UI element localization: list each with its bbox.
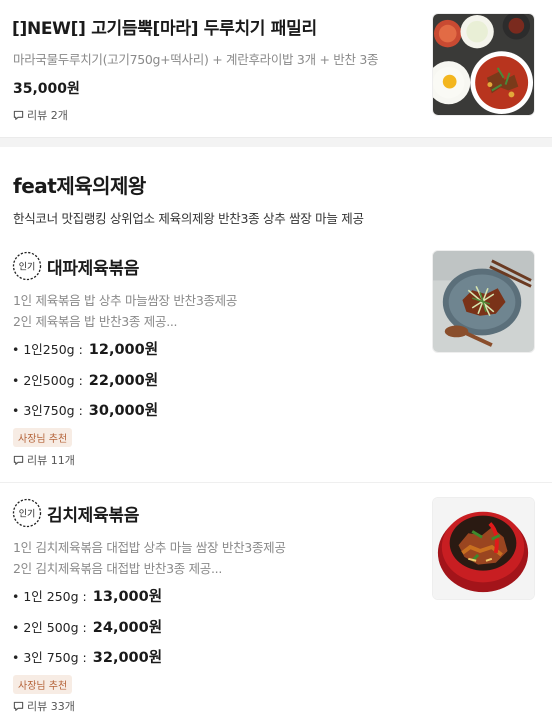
option-price: 24,000원 — [92, 620, 163, 636]
menu-item-title: 대파제육볶음 — [47, 259, 140, 279]
popular-badge-icon: 인기 — [12, 251, 42, 281]
price-option: • 1인 250g : 13,000원 — [12, 585, 162, 606]
option-label: • 1인 250g : — [12, 589, 87, 604]
menu-item-daepa-jeyuk[interactable]: 인기 대파제육볶음 1인 제육볶음 밥 상추 마늘쌈장 반찬3종제공 2인 제육… — [0, 246, 552, 482]
section-title: feat제육의제왕 — [13, 174, 146, 198]
review-count: 리뷰 11개 — [13, 452, 75, 468]
menu-item-photo[interactable] — [432, 13, 535, 116]
option-label: • 3인750g : — [12, 403, 83, 418]
price-option: • 3인 750g : 32,000원 — [12, 646, 162, 667]
review-count: 리뷰 2개 — [13, 107, 68, 123]
comment-icon — [13, 110, 24, 120]
option-price: 22,000원 — [88, 373, 159, 389]
menu-item-description-line: 1인 김치제육볶음 대접밥 상추 마늘 쌈장 반찬3종제공 — [13, 540, 286, 555]
popular-badge: 인기 — [12, 498, 42, 528]
price-option: • 1인250g : 12,000원 — [12, 338, 158, 359]
popular-badge-label: 인기 — [19, 262, 36, 273]
menu-item-price: 35,000원 — [13, 81, 80, 97]
review-count-label: 리뷰 2개 — [27, 109, 68, 122]
price-option: • 3인750g : 30,000원 — [12, 399, 158, 420]
menu-item-title: 김치제육볶음 — [47, 506, 140, 526]
menu-item-photo[interactable] — [432, 497, 535, 600]
option-price: 30,000원 — [88, 403, 159, 419]
option-label: • 2인 500g : — [12, 620, 87, 635]
popular-badge-label: 인기 — [19, 509, 36, 520]
menu-item-description-line: 2인 제육볶음 밥 반찬3종 제공... — [13, 314, 178, 329]
menu-item-description-line: 2인 김치제육볶음 대접밥 반찬3종 제공... — [13, 561, 223, 576]
option-label: • 3인 750g : — [12, 650, 87, 665]
menu-item-mala-family[interactable]: []NEW[] 고기듬뿍[마라] 두루치기 패밀리 마라국물두루치기(고기750… — [0, 0, 552, 137]
option-price: 13,000원 — [92, 589, 163, 605]
price-option: • 2인500g : 22,000원 — [12, 369, 158, 390]
price-option: • 2인 500g : 24,000원 — [12, 616, 162, 637]
food-photo-kimchi-jeyuk — [433, 498, 534, 599]
item-divider — [0, 482, 552, 483]
option-label: • 1인250g : — [12, 342, 83, 357]
owner-recommend-badge: 사장님 추천 — [13, 675, 73, 694]
section-divider — [0, 137, 552, 147]
menu-item-kimchi-jeyuk[interactable]: 인기 김치제육볶음 1인 김치제육볶음 대접밥 상추 마늘 쌈장 반찬3종제공 … — [0, 493, 552, 727]
food-photo-mala — [433, 14, 534, 115]
review-count: 리뷰 33개 — [13, 698, 75, 714]
menu-item-photo[interactable] — [432, 250, 535, 353]
review-count-label: 리뷰 33개 — [27, 700, 75, 713]
menu-item-description: 마라국물두루치기(고기750g+떡사리) + 계란후라이밥 3개 + 반찬 3종 — [13, 52, 379, 67]
option-price: 12,000원 — [88, 342, 159, 358]
option-label: • 2인500g : — [12, 373, 83, 388]
comment-icon — [13, 455, 24, 465]
review-count-label: 리뷰 11개 — [27, 454, 75, 467]
menu-item-title: []NEW[] 고기듬뿍[마라] 두루치기 패밀리 — [12, 19, 317, 39]
menu-item-description-line: 1인 제육볶음 밥 상추 마늘쌈장 반찬3종제공 — [13, 293, 238, 308]
popular-badge-icon: 인기 — [12, 498, 42, 528]
comment-icon — [13, 701, 24, 711]
popular-badge: 인기 — [12, 251, 42, 281]
owner-recommend-badge: 사장님 추천 — [13, 428, 73, 447]
section-description: 한식코너 맛집랭킹 상위업소 제육의제왕 반찬3종 상추 쌈장 마늘 제공 — [13, 211, 364, 226]
food-photo-daepa-jeyuk — [433, 251, 534, 352]
option-price: 32,000원 — [92, 650, 163, 666]
